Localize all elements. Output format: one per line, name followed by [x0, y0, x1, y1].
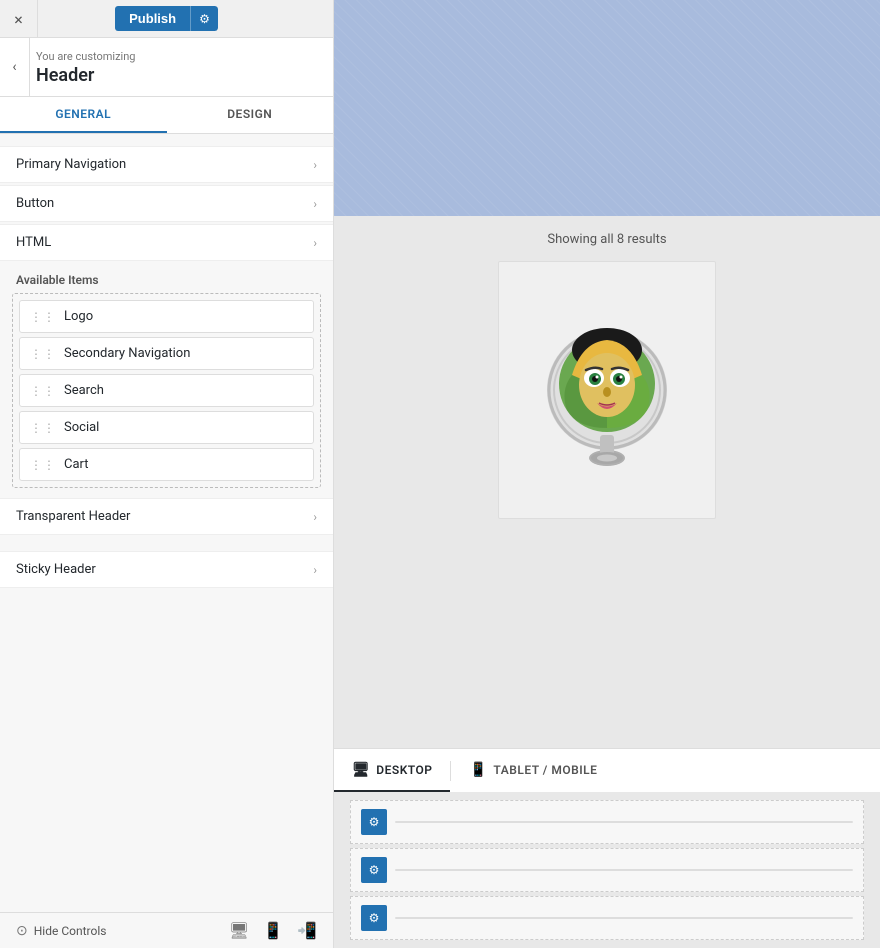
draggable-secondary-navigation[interactable]: ⋮⋮ Secondary Navigation	[19, 337, 314, 370]
settings-line-3	[395, 917, 853, 919]
button-label: Button	[16, 196, 54, 211]
transparent-header-chevron: ›	[313, 510, 317, 524]
settings-gear-3[interactable]: ⚙	[361, 905, 387, 931]
back-button[interactable]: ‹	[0, 38, 30, 96]
hero-pattern	[334, 0, 880, 216]
tablet-mobile-icon: 📱	[469, 762, 487, 778]
section-row-transparent-header[interactable]: Transparent Header ›	[0, 498, 333, 535]
hide-controls-button[interactable]: ⊙ Hide Controls	[16, 923, 106, 939]
desktop-icon: 🖥	[352, 762, 370, 778]
tab-general[interactable]: GENERAL	[0, 97, 167, 133]
bottom-rows: Transparent Header › Sticky Header ›	[0, 498, 333, 588]
secondary-navigation-item-label: Secondary Navigation	[64, 346, 190, 361]
section-row-primary-navigation[interactable]: Primary Navigation ›	[0, 146, 333, 183]
sticky-header-label: Sticky Header	[16, 562, 96, 577]
panel-footer: ⊙ Hide Controls 🖥 📱 📲	[0, 912, 333, 948]
drag-handle-logo: ⋮⋮	[30, 310, 56, 324]
hide-controls-label: Hide Controls	[34, 924, 107, 938]
html-chevron: ›	[313, 236, 317, 250]
context-header: ‹ You are customizing Header	[0, 38, 333, 97]
customizing-label: You are customizing	[36, 50, 317, 63]
section-row-html[interactable]: HTML ›	[0, 224, 333, 261]
primary-navigation-label: Primary Navigation	[16, 157, 126, 172]
product-area: Showing all 8 results	[334, 216, 880, 748]
tab-design[interactable]: DESIGN	[167, 97, 334, 133]
settings-gear-1[interactable]: ⚙	[361, 809, 387, 835]
publish-button[interactable]: Publish	[115, 6, 190, 31]
settings-row-1: ⚙	[350, 800, 864, 844]
phone-icon[interactable]: 📲	[297, 921, 317, 940]
tablet-icon[interactable]: 📱	[263, 921, 283, 940]
available-items-label: Available Items	[0, 263, 333, 293]
left-panel: × Publish ⚙ ‹ You are customizing Header…	[0, 0, 334, 948]
preview-hero	[334, 0, 880, 216]
publish-settings-button[interactable]: ⚙	[190, 6, 218, 31]
drag-handle-social: ⋮⋮	[30, 421, 56, 435]
sticky-header-chevron: ›	[313, 563, 317, 577]
search-item-label: Search	[64, 383, 104, 398]
close-button[interactable]: ×	[0, 0, 38, 38]
settings-row-2: ⚙	[350, 848, 864, 892]
desktop-tab[interactable]: 🖥 DESKTOP	[334, 749, 450, 792]
hide-controls-icon: ⊙	[16, 923, 28, 939]
panel-content: Primary Navigation › Button › HTML › Ava…	[0, 134, 333, 912]
draggable-search[interactable]: ⋮⋮ Search	[19, 374, 314, 407]
monitor-icon[interactable]: 🖥	[229, 921, 249, 940]
context-info: You are customizing Header	[16, 50, 317, 86]
publish-group: Publish ⚙	[115, 6, 218, 31]
desktop-tab-label: DESKTOP	[376, 763, 432, 777]
showing-results: Showing all 8 results	[547, 232, 666, 247]
draggable-area: ⋮⋮ Logo ⋮⋮ Secondary Navigation ⋮⋮ Searc…	[12, 293, 321, 488]
tabs: GENERAL DESIGN	[0, 97, 333, 134]
draggable-social[interactable]: ⋮⋮ Social	[19, 411, 314, 444]
logo-item-label: Logo	[64, 309, 93, 324]
product-image	[527, 280, 687, 500]
html-label: HTML	[16, 235, 51, 250]
tablet-mobile-tab-label: TABLET / MOBILE	[493, 763, 597, 777]
settings-rows: ⚙ ⚙ ⚙	[334, 792, 880, 948]
footer-icons: 🖥 📱 📲	[229, 921, 317, 940]
drag-handle-secondary-nav: ⋮⋮	[30, 347, 56, 361]
settings-line-2	[395, 869, 853, 871]
product-card	[498, 261, 716, 519]
section-row-button[interactable]: Button ›	[0, 185, 333, 222]
section-title: Header	[36, 65, 317, 86]
drag-handle-cart: ⋮⋮	[30, 458, 56, 472]
primary-navigation-chevron: ›	[313, 158, 317, 172]
product-badge-svg	[542, 310, 672, 470]
transparent-header-label: Transparent Header	[16, 509, 130, 524]
draggable-logo[interactable]: ⋮⋮ Logo	[19, 300, 314, 333]
section-row-sticky-header[interactable]: Sticky Header ›	[0, 551, 333, 588]
settings-line-1	[395, 821, 853, 823]
cart-item-label: Cart	[64, 457, 89, 472]
bottom-bar: 🖥 DESKTOP 📱 TABLET / MOBILE	[334, 748, 880, 792]
right-panel: Showing all 8 results	[334, 0, 880, 948]
settings-row-3: ⚙	[350, 896, 864, 940]
settings-gear-2[interactable]: ⚙	[361, 857, 387, 883]
social-item-label: Social	[64, 420, 99, 435]
tablet-mobile-tab[interactable]: 📱 TABLET / MOBILE	[451, 749, 615, 792]
draggable-cart[interactable]: ⋮⋮ Cart	[19, 448, 314, 481]
drag-handle-search: ⋮⋮	[30, 384, 56, 398]
top-bar: × Publish ⚙	[0, 0, 333, 38]
button-chevron: ›	[313, 197, 317, 211]
